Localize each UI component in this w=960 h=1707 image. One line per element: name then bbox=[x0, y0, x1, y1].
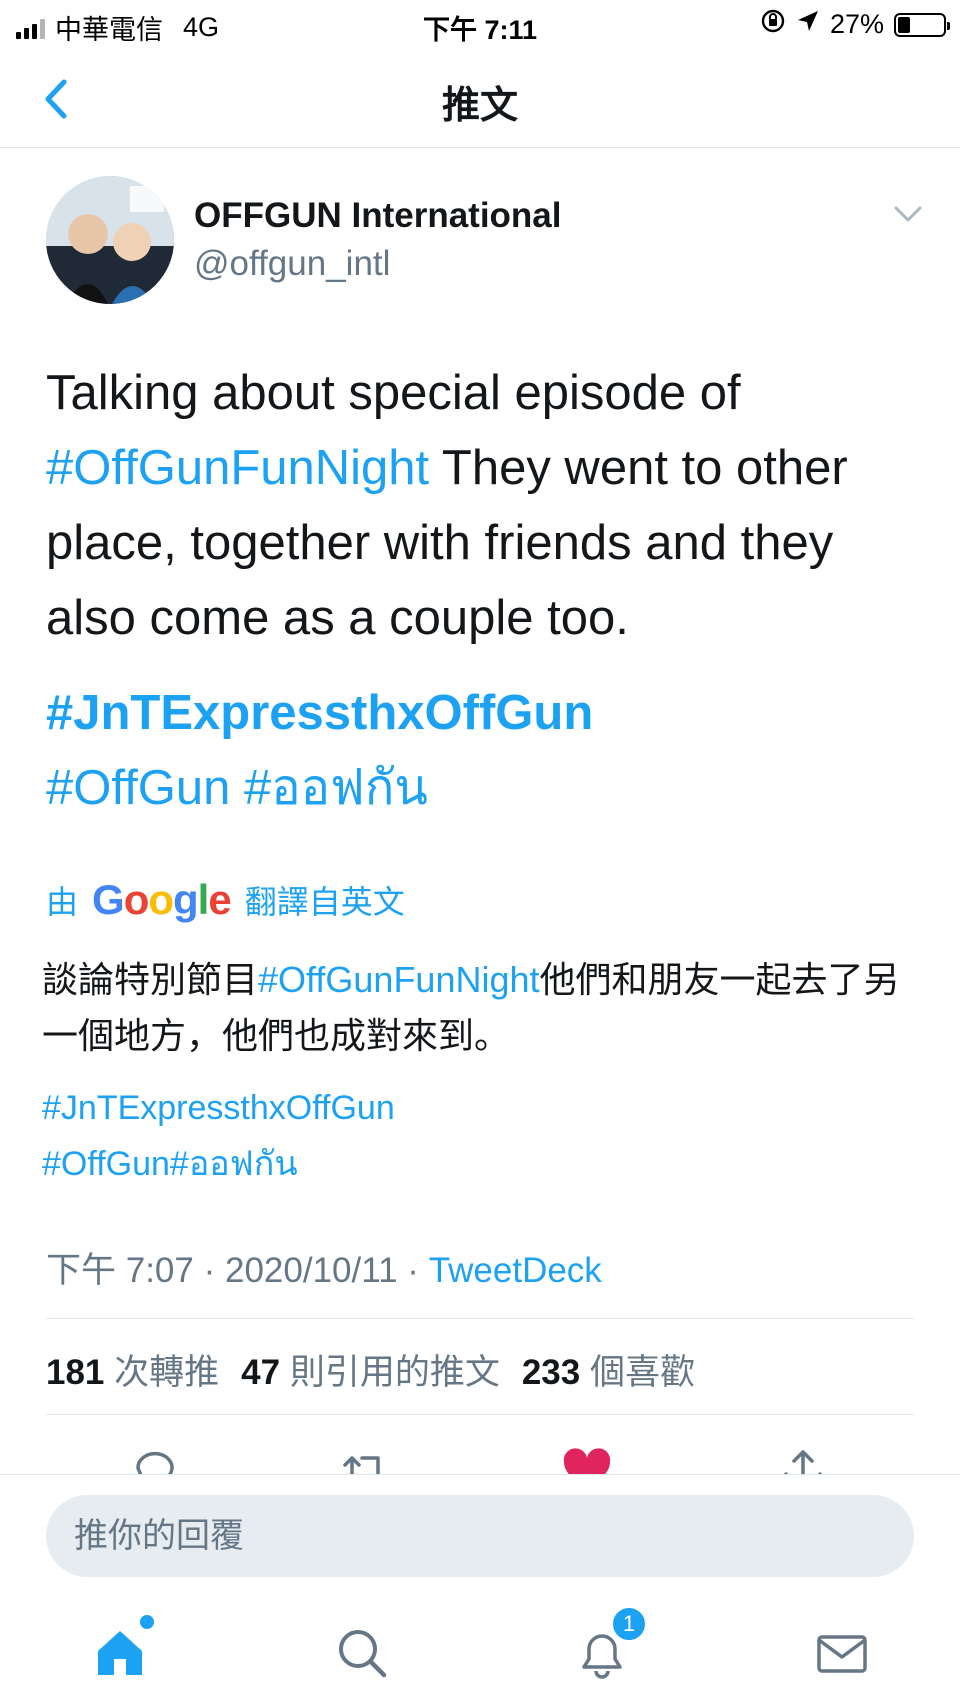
tweet-text: Talking about special episode of #OffGun… bbox=[46, 356, 916, 656]
translated-text-part1: 談論特別節目 bbox=[42, 959, 259, 1000]
location-icon bbox=[796, 9, 820, 40]
tweet-date: 2020/10/11 bbox=[224, 1251, 398, 1290]
status-bar: 中華電信 4G 下午 7:11 27% bbox=[0, 0, 960, 48]
hashtag-link[interactable]: #JnTExpressthxOffGun bbox=[46, 686, 593, 740]
nav-header: 推文 bbox=[0, 48, 960, 148]
retweets-count: 181 bbox=[46, 1353, 105, 1392]
translated-text: 談論特別節目#OffGunFunNight他們和朋友一起去了另一個地方，他們也成… bbox=[42, 952, 922, 1064]
quotes-stat[interactable]: 47 則引用的推文 bbox=[241, 1344, 500, 1395]
hashtag-link[interactable]: #ออฟกัน bbox=[170, 1145, 298, 1183]
share-icon bbox=[784, 1450, 822, 1474]
reply-icon bbox=[136, 1451, 174, 1474]
tweet-hashtags: #JnTExpressthxOffGun #OffGun #ออฟกัน bbox=[46, 676, 916, 826]
translation-prefix: 由 bbox=[46, 884, 79, 920]
likes-count: 233 bbox=[521, 1353, 581, 1392]
divider bbox=[46, 1318, 914, 1319]
retweets-label: 次轉推 bbox=[114, 1353, 220, 1392]
retweet-button[interactable] bbox=[340, 1446, 390, 1474]
tweet-author: OFFGUN International @offgun_intl bbox=[46, 176, 926, 306]
meta-separator: · bbox=[407, 1251, 419, 1290]
search-icon bbox=[339, 1630, 387, 1678]
tab-search[interactable] bbox=[334, 1625, 390, 1681]
tweet-stats: 181 次轉推 47 則引用的推文 233 個喜歡 bbox=[46, 1344, 695, 1395]
like-button[interactable] bbox=[562, 1446, 612, 1474]
likes-stat[interactable]: 233 個喜歡 bbox=[522, 1344, 695, 1395]
reply-button[interactable] bbox=[130, 1446, 180, 1474]
tab-messages[interactable] bbox=[814, 1625, 870, 1681]
bottom-bar: 1 bbox=[0, 1474, 960, 1707]
retweets-stat[interactable]: 181 次轉推 bbox=[46, 1344, 219, 1395]
heart-icon bbox=[563, 1448, 611, 1474]
likes-label: 個喜歡 bbox=[589, 1353, 695, 1392]
mail-icon bbox=[817, 1635, 867, 1673]
share-button[interactable] bbox=[778, 1446, 828, 1474]
hashtag-link[interactable]: #OffGunFunNight bbox=[258, 959, 540, 1000]
status-right: 27% bbox=[760, 8, 950, 41]
avatar-image bbox=[46, 176, 174, 304]
home-icon bbox=[98, 1631, 142, 1675]
battery-percent: 27% bbox=[829, 9, 884, 39]
translation-credit[interactable]: 由 Google 翻譯自英文 bbox=[46, 876, 405, 924]
hashtag-link[interactable]: #OffGun bbox=[42, 1145, 170, 1183]
orientation-lock-icon bbox=[760, 8, 786, 41]
tab-notifications[interactable]: 1 bbox=[574, 1605, 648, 1681]
quotes-count: 47 bbox=[241, 1353, 281, 1392]
google-logo: Google bbox=[92, 876, 232, 923]
avatar[interactable] bbox=[46, 176, 174, 304]
tweet-time: 下午 7:07 bbox=[46, 1251, 194, 1290]
tab-home[interactable] bbox=[92, 1615, 154, 1681]
tweet-text-part1: Talking about special episode of bbox=[46, 366, 741, 420]
hashtag-link[interactable]: #JnTExpressthxOffGun bbox=[42, 1089, 395, 1127]
reply-input[interactable] bbox=[46, 1495, 914, 1577]
hashtag-link[interactable]: #OffGunFunNight bbox=[46, 441, 429, 495]
meta-separator: · bbox=[203, 1251, 216, 1290]
new-content-dot bbox=[140, 1615, 154, 1629]
user-handle[interactable]: @offgun_intl bbox=[194, 244, 390, 284]
page-title: 推文 bbox=[441, 85, 518, 127]
display-name[interactable]: OFFGUN International bbox=[194, 196, 562, 236]
tweet-source-link[interactable]: TweetDeck bbox=[429, 1251, 602, 1290]
tweet-meta: 下午 7:07 · 2020/10/11 · TweetDeck bbox=[46, 1242, 602, 1293]
hashtag-link[interactable]: #OffGun bbox=[46, 761, 230, 815]
translated-hashtags: #JnTExpressthxOffGun #OffGun#ออฟกัน bbox=[42, 1080, 922, 1192]
divider bbox=[46, 1414, 914, 1415]
translation-suffix: 翻譯自英文 bbox=[244, 884, 405, 920]
notification-badge: 1 bbox=[610, 1605, 648, 1643]
tweet-actions bbox=[0, 1440, 960, 1474]
retweet-icon bbox=[343, 1456, 380, 1474]
more-options-button[interactable] bbox=[890, 202, 926, 226]
quotes-label: 則引用的推文 bbox=[289, 1353, 500, 1392]
battery-icon bbox=[894, 12, 950, 37]
hashtag-link[interactable]: #ออฟกัน bbox=[244, 761, 428, 815]
battery-level bbox=[898, 16, 910, 33]
chevron-down-icon bbox=[894, 206, 922, 222]
